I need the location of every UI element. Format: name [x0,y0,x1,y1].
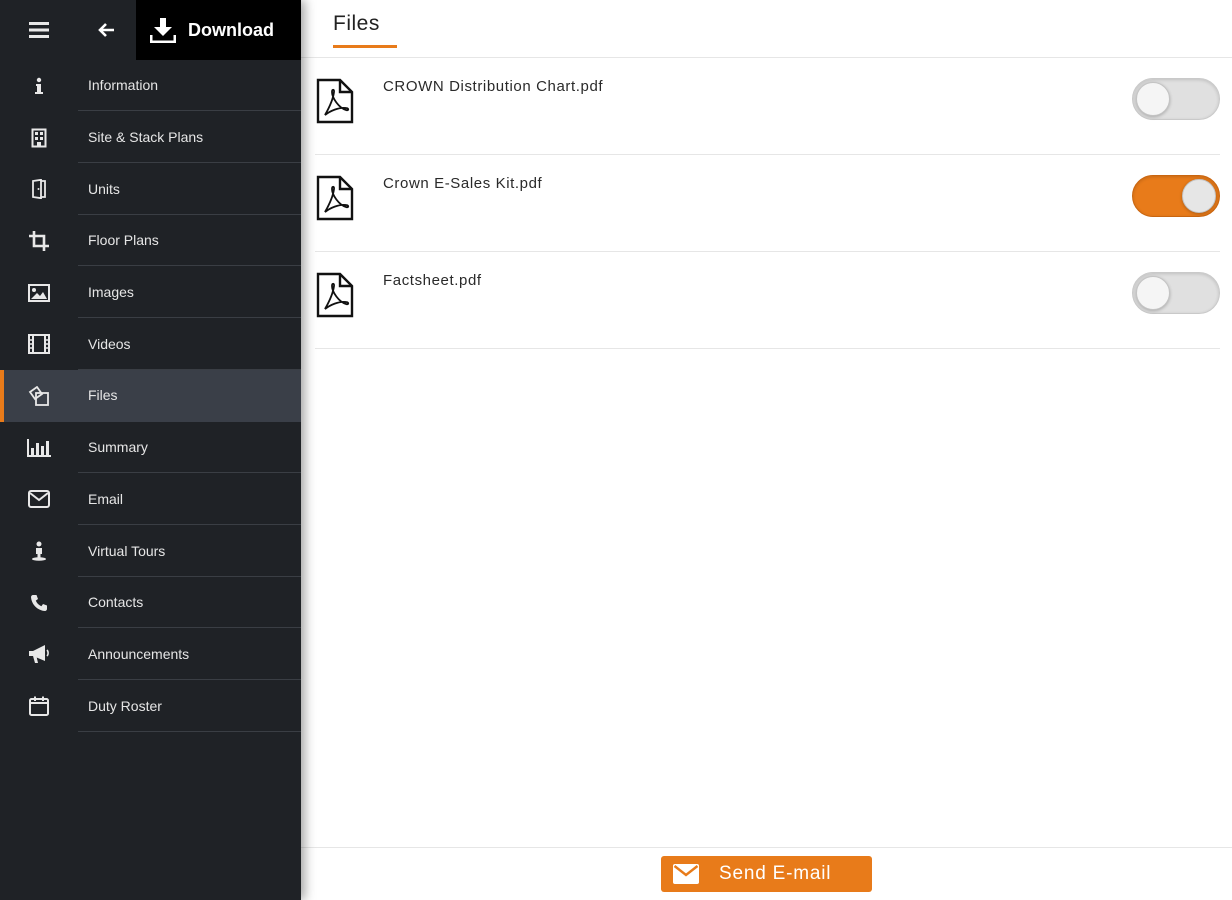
sidebar-item-label: Floor Plans [78,215,301,267]
file-name: Factsheet.pdf [383,272,482,289]
sidebar-item-label: Virtual Tours [78,526,301,577]
files-icon [0,370,78,421]
phone-icon [0,577,78,628]
send-email-button[interactable]: Send E-mail [661,856,872,892]
pdf-file-icon [316,175,354,221]
sidebar-item-duty-roster[interactable]: Duty Roster [0,680,301,732]
file-name: CROWN Distribution Chart.pdf [383,78,604,95]
sidebar-item-information[interactable]: Information [0,60,301,112]
sidebar-item-videos[interactable]: Videos [0,318,301,370]
crop-icon [0,215,78,266]
sidebar-item-files[interactable]: Files [0,370,301,422]
send-email-label: Send E-mail [719,863,832,884]
info-icon [0,60,78,111]
back-button[interactable] [78,0,136,60]
list-item: CROWN Distribution Chart.pdf [315,58,1220,155]
file-select-toggle[interactable] [1132,175,1220,217]
sidebar-item-floor-plans[interactable]: Floor Plans [0,215,301,267]
download-button[interactable]: Download [136,0,301,60]
sidebar-item-label: Contacts [78,577,301,629]
sidebar-item-units[interactable]: Units [0,163,301,215]
sidebar-item-label: Files [88,387,118,404]
pdf-file-icon [316,272,354,318]
building-icon [0,112,78,163]
sidebar-item-label: Summary [78,422,301,474]
sidebar-topbar: Download [0,0,301,60]
image-icon [0,267,78,318]
sidebar-item-label: Images [78,267,301,319]
list-item: Crown E-Sales Kit.pdf [315,155,1220,252]
main-content: Files CROWN Distribution Chart.pdf Crown… [301,0,1232,900]
person-pin-icon [0,526,78,577]
film-icon [0,319,78,370]
sidebar-item-label: Videos [78,319,301,370]
sidebar-item-contacts[interactable]: Contacts [0,577,301,629]
file-select-toggle[interactable] [1132,272,1220,314]
sidebar-item-label: Duty Roster [78,681,301,732]
bar-chart-icon [0,422,78,473]
sidebar-item-virtual-tours[interactable]: Virtual Tours [0,525,301,577]
file-select-toggle[interactable] [1132,78,1220,120]
file-name: Crown E-Sales Kit.pdf [383,175,543,192]
footer: Send E-mail [301,847,1232,900]
sidebar-nav: Information Site & Stack Plans Units Flo… [0,60,301,732]
sidebar-item-images[interactable]: Images [0,267,301,319]
sidebar-item-label: Information [78,60,301,112]
download-icon [150,17,176,43]
tab-active-indicator [333,45,397,48]
hamburger-icon [29,22,49,38]
toggle-knob [1182,179,1216,213]
sidebar: Download Information Site & Stack Plans … [0,0,301,900]
download-label: Download [188,19,274,40]
sidebar-item-site-stack-plans[interactable]: Site & Stack Plans [0,112,301,164]
envelope-icon [0,474,78,525]
sidebar-item-label: Site & Stack Plans [78,112,301,164]
pdf-file-icon [316,78,354,124]
sidebar-item-label: Email [78,474,301,525]
envelope-icon [673,864,699,884]
sidebar-item-announcements[interactable]: Announcements [0,629,301,681]
header: Files [301,0,1232,58]
list-item: Factsheet.pdf [315,252,1220,349]
menu-button[interactable] [0,0,78,60]
sidebar-item-label: Announcements [78,629,301,680]
toggle-knob [1136,276,1170,310]
door-icon [0,164,78,215]
toggle-knob [1136,82,1170,116]
tab-files[interactable]: Files [333,12,380,48]
megaphone-icon [0,629,78,680]
sidebar-item-label: Units [78,164,301,215]
sidebar-item-email[interactable]: Email [0,474,301,526]
calendar-icon [0,681,78,732]
file-list: CROWN Distribution Chart.pdf Crown E-Sal… [315,58,1220,349]
sidebar-item-summary[interactable]: Summary [0,422,301,474]
arrow-left-icon [98,23,114,37]
